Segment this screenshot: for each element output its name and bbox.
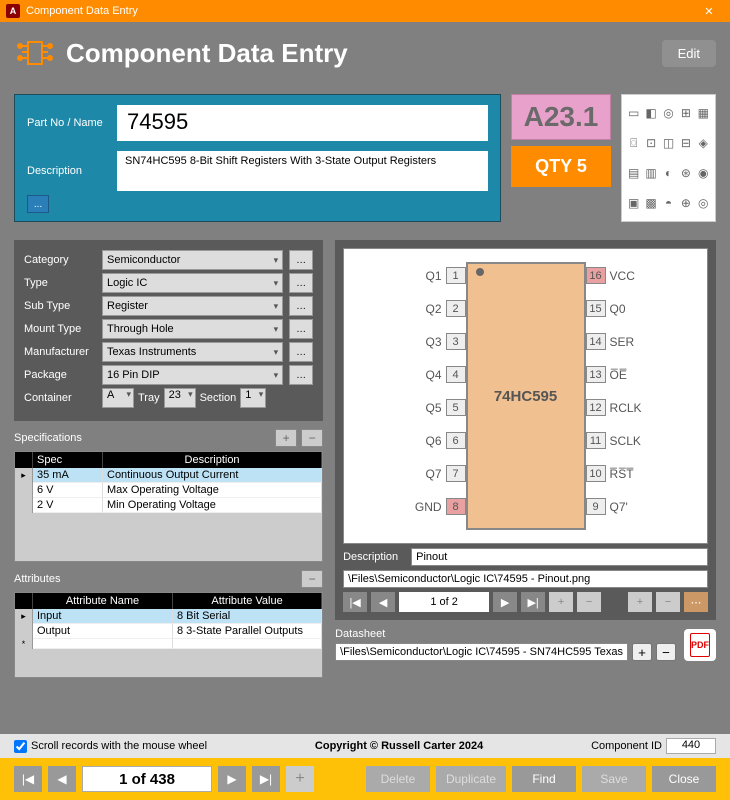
container-select[interactable]: A — [102, 388, 134, 408]
image-prev-button[interactable]: ◀ — [371, 592, 395, 612]
record-last-button[interactable]: ▶| — [252, 766, 280, 792]
component-type-icons: ▭◧◎⊞▦ ⌼⊡◫⊟◈ ▤▥◐⊛◉ ▣▩◓⊕◎ — [621, 94, 716, 222]
pin-label: 16VCC — [586, 267, 686, 284]
save-button[interactable]: Save — [582, 766, 646, 792]
tray-select[interactable]: 23 — [164, 388, 196, 408]
pin-label: 13O̅E̅ — [586, 366, 686, 383]
close-button[interactable]: Close — [652, 766, 716, 792]
table-row[interactable]: 6 VMax Operating Voltage — [15, 483, 322, 498]
image-description-input[interactable]: Pinout — [411, 548, 708, 566]
part-more-button[interactable]: ... — [27, 195, 49, 213]
header: Component Data Entry Edit — [0, 22, 730, 84]
image-next-button[interactable]: ▶ — [493, 592, 517, 612]
mount-select[interactable]: Through Hole — [102, 319, 283, 339]
component-id-label: Component ID — [591, 740, 662, 752]
subtype-more-button[interactable] — [289, 296, 313, 316]
close-window-button[interactable]: ✕ — [694, 5, 724, 18]
part-label: Part No / Name — [27, 117, 107, 129]
find-button[interactable]: Find — [512, 766, 576, 792]
attrs-title: Attributes — [14, 573, 297, 585]
pin-label: Q77 — [366, 465, 466, 482]
image-path-input[interactable]: \Files\Semiconductor\Logic IC\74595 - Pi… — [343, 570, 708, 588]
manufacturer-select[interactable]: Texas Instruments — [102, 342, 283, 362]
image-browse-button[interactable]: ⋯ — [684, 592, 708, 612]
specs-remove-button[interactable]: − — [301, 429, 323, 447]
delete-button[interactable]: Delete — [366, 766, 430, 792]
titlebar: A Component Data Entry ✕ — [0, 0, 730, 22]
subtype-select[interactable]: Register — [102, 296, 283, 316]
chip-body: 74HC595 — [466, 262, 586, 530]
pin-label: Q66 — [366, 432, 466, 449]
page-title: Component Data Entry — [66, 38, 662, 69]
pin-label: Q33 — [366, 333, 466, 350]
component-id-value: 440 — [666, 738, 716, 754]
part-number-input[interactable]: 74595 — [117, 105, 488, 141]
pin-label: Q55 — [366, 399, 466, 416]
record-next-button[interactable]: ▶ — [218, 766, 246, 792]
manufacturer-more-button[interactable] — [289, 342, 313, 362]
specs-grid[interactable]: SpecDescription ▸35 mAContinuous Output … — [14, 451, 323, 562]
description-label: Description — [27, 165, 107, 177]
image-page-indicator: 1 of 2 — [399, 592, 489, 612]
chip-logo-icon — [14, 32, 56, 74]
table-row[interactable]: Output8 3-State Parallel Outputs — [15, 624, 322, 639]
app-icon: A — [6, 4, 20, 18]
category-form: CategorySemiconductor TypeLogic IC Sub T… — [14, 240, 323, 421]
image-last-button[interactable]: ▶| — [521, 592, 545, 612]
scroll-records-checkbox[interactable] — [14, 740, 27, 753]
record-add-button[interactable]: + — [286, 766, 314, 792]
record-prev-button[interactable]: ◀ — [48, 766, 76, 792]
copyright-text: Copyright © Russell Carter 2024 — [207, 740, 591, 752]
specs-add-button[interactable]: + — [275, 429, 297, 447]
pin-label: Q44 — [366, 366, 466, 383]
pin-label: 10R̅S̅T̅ — [586, 465, 686, 482]
location-code: A23.1 — [511, 94, 611, 140]
datasheet-path-input[interactable]: \Files\Semiconductor\Logic IC\74595 - SN… — [335, 643, 628, 661]
scroll-records-label: Scroll records with the mouse wheel — [31, 740, 207, 752]
pin-label: Q11 — [366, 267, 466, 284]
part-panel: Part No / Name 74595 Description SN74HC5… — [14, 94, 501, 222]
pin-label: 11SCLK — [586, 432, 686, 449]
type-more-button[interactable] — [289, 273, 313, 293]
package-select[interactable]: 16 Pin DIP — [102, 365, 283, 385]
record-indicator: 1 of 438 — [82, 766, 212, 792]
package-more-button[interactable] — [289, 365, 313, 385]
footer-info: Scroll records with the mouse wheel Copy… — [0, 734, 730, 758]
duplicate-button[interactable]: Duplicate — [436, 766, 506, 792]
table-row[interactable]: ▸35 mAContinuous Output Current — [15, 468, 322, 483]
pin-label: 15Q0 — [586, 300, 686, 317]
section-select[interactable]: 1 — [240, 388, 266, 408]
table-row[interactable]: 2 VMin Operating Voltage — [15, 498, 322, 513]
datasheet-remove-button[interactable]: − — [656, 643, 676, 661]
pinout-image: 74HC595 Q11 Q22 Q33 Q44 Q55 Q66 Q77 GND8 16VCC 15… — [343, 248, 708, 544]
type-select[interactable]: Logic IC — [102, 273, 283, 293]
specs-title: Specifications — [14, 432, 271, 444]
image-add2-button[interactable]: + — [628, 592, 652, 612]
pin-label: 14SER — [586, 333, 686, 350]
table-row[interactable]: ▸Input8 Bit Serial — [15, 609, 322, 624]
image-remove-button[interactable]: − — [577, 592, 601, 612]
attrs-remove-button[interactable]: − — [301, 570, 323, 588]
mount-more-button[interactable] — [289, 319, 313, 339]
datasheet-add-button[interactable]: + — [632, 643, 652, 661]
pin-label: 9Q7' — [586, 498, 686, 515]
window-title: Component Data Entry — [26, 5, 138, 17]
image-first-button[interactable]: |◀ — [343, 592, 367, 612]
pdf-icon[interactable]: PDF — [684, 629, 716, 661]
category-more-button[interactable] — [289, 250, 313, 270]
description-input[interactable]: SN74HC595 8-Bit Shift Registers With 3-S… — [117, 151, 488, 191]
record-first-button[interactable]: |◀ — [14, 766, 42, 792]
image-add-button[interactable]: + — [549, 592, 573, 612]
attrs-grid[interactable]: Attribute NameAttribute Value ▸Input8 Bi… — [14, 592, 323, 678]
category-select[interactable]: Semiconductor — [102, 250, 283, 270]
datasheet-title: Datasheet — [335, 628, 676, 640]
image-remove2-button[interactable]: − — [656, 592, 680, 612]
pin-label: Q22 — [366, 300, 466, 317]
pinout-panel: 74HC595 Q11 Q22 Q33 Q44 Q55 Q66 Q77 GND8 16VCC 15… — [335, 240, 716, 620]
quantity-box: QTY 5 — [511, 146, 611, 187]
footer-nav: |◀ ◀ 1 of 438 ▶ ▶| + Delete Duplicate Fi… — [0, 758, 730, 800]
pin-label: 12RCLK — [586, 399, 686, 416]
pin-label: GND8 — [366, 498, 466, 515]
edit-button[interactable]: Edit — [662, 40, 716, 67]
